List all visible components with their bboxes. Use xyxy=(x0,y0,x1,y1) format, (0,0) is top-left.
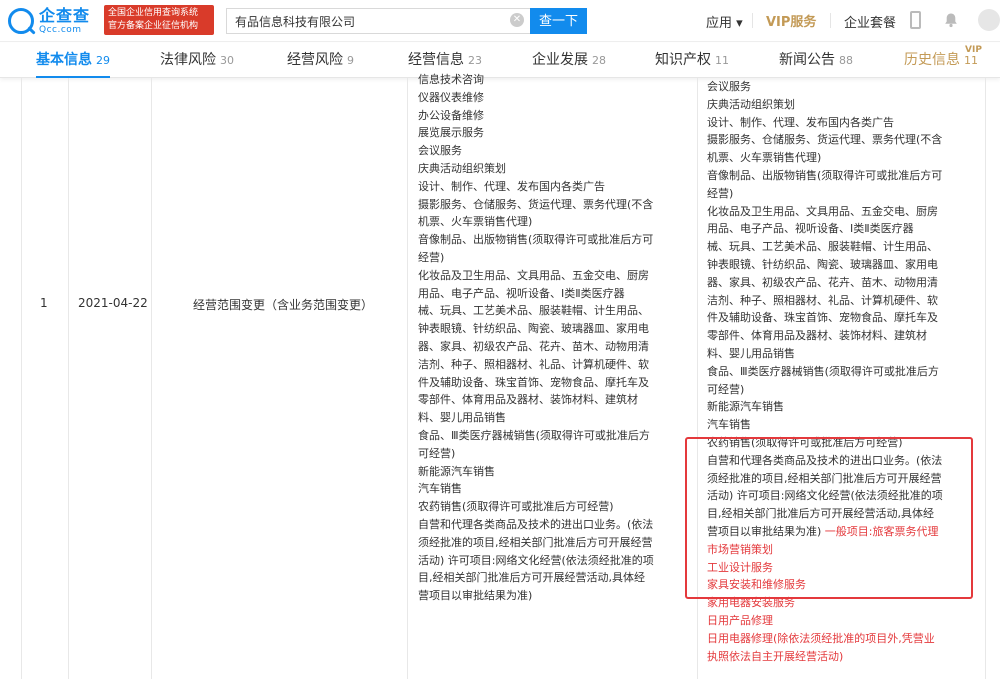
added-scope-line: 日用产品修理 xyxy=(707,613,773,627)
scope-line: 活动) 许可项目:网络文化经营(依法须经批准的项 xyxy=(418,553,654,567)
user-avatar[interactable] xyxy=(978,9,1000,31)
enterprise-package-link[interactable]: 企业套餐 xyxy=(844,12,896,31)
scope-line: 食品、Ⅲ类医疗器械销售(须取得许可或批准后方 xyxy=(707,364,939,378)
scope-line: 摄影服务、仓储服务、货运代理、票务代理(不含 xyxy=(418,197,654,211)
tab-business-risk[interactable]: 经营风险 9 xyxy=(287,43,354,78)
tab-basic-info[interactable]: 基本信息 29 xyxy=(36,43,110,78)
column-divider xyxy=(985,78,986,679)
logo[interactable]: 企查查 Qcc.com xyxy=(8,6,90,36)
scope-line: 新能源汽车销售 xyxy=(418,464,495,478)
scope-line: 钟表眼镜、针纺织品、陶瓷、玻璃器皿、家用电 xyxy=(707,257,938,271)
column-divider xyxy=(407,78,408,679)
scope-line: 汽车销售 xyxy=(418,482,462,496)
scope-line: 钟表眼镜、针纺织品、陶瓷、玻璃器皿、家用电 xyxy=(418,322,649,336)
added-scope-line: 执照依法自主开展经营活动) xyxy=(707,649,844,663)
scope-line: 机票、火车票销售代理) xyxy=(418,215,533,229)
top-header: 企查查 Qcc.com 全国企业信用查询系统 官方备案企业征信机构 ✕ 查一下 … xyxy=(0,0,1000,42)
scope-line: 营项目以审批结果为准) xyxy=(418,589,533,603)
scope-line: 办公设备维修 xyxy=(418,108,484,122)
column-divider xyxy=(21,78,22,679)
scope-line: 音像制品、出版物销售(须取得许可或批准后方可 xyxy=(418,233,654,247)
scope-line: 洁剂、种子、照相器材、礼品、计算机硬件、软 xyxy=(418,357,649,371)
nav-divider xyxy=(830,13,831,28)
scope-line: 件及辅助设备、珠宝首饰、宠物食品、摩托车及 xyxy=(707,311,938,325)
scope-line: 信息技术咨询 xyxy=(418,73,484,86)
column-divider xyxy=(68,78,69,679)
logo-title: 企查查 xyxy=(39,5,91,25)
clear-search-icon[interactable]: ✕ xyxy=(510,13,524,27)
scope-line: 化妆品及卫生用品、文具用品、五金交电、厨房 xyxy=(707,204,938,218)
badge-line-2: 官方备案企业征信机构 xyxy=(108,21,199,31)
nav-divider xyxy=(752,13,753,28)
official-badge: 全国企业信用查询系统 官方备案企业征信机构 xyxy=(104,5,214,35)
scope-line: 食品、Ⅲ类医疗器械销售(须取得许可或批准后方 xyxy=(418,428,650,442)
vip-tag: VIP xyxy=(965,45,982,55)
scope-line: 洁剂、种子、照相器材、礼品、计算机硬件、软 xyxy=(707,293,938,307)
scope-line: 经营) xyxy=(707,186,734,200)
content-before-change: 信息技术咨询 仪器仪表维修 办公设备维修 展览展示服务 会议服务庆典活动组织策划设计、制… xyxy=(418,71,654,605)
scope-line: 音像制品、出版物销售(须取得许可或批准后方可 xyxy=(707,168,943,182)
scope-line: 可经营) xyxy=(707,382,745,396)
scope-line: 用品、电子产品、视听设备、Ⅰ类Ⅱ类医疗器 xyxy=(707,222,914,236)
scope-line: 械、玩具、工艺美术品、服装鞋帽、计生用品、 xyxy=(418,304,649,318)
scope-line: 自营和代理各类商品及技术的进出口业务。(依法 xyxy=(418,517,654,531)
scope-line: 仪器仪表维修 xyxy=(418,90,484,104)
scope-line: 零部件、体育用品及器材、装饰材料、建筑材 xyxy=(707,329,927,343)
search-button[interactable]: 查一下 xyxy=(530,8,587,34)
scope-line: 械、玩具、工艺美术品、服装鞋帽、计生用品、 xyxy=(707,240,938,254)
scope-line: 可经营) xyxy=(418,446,456,460)
scope-line: 摄影服务、仓储服务、货运代理、票务代理(不含 xyxy=(707,133,943,147)
tab-news[interactable]: 新闻公告 88 xyxy=(779,43,853,78)
scope-line: 会议服务 xyxy=(707,80,751,93)
row-index: 1 xyxy=(40,296,48,310)
scope-line: 庆典活动组织策划 xyxy=(707,97,795,111)
scope-line: 料、婴儿用品销售 xyxy=(707,346,795,360)
scope-line: 件及辅助设备、珠宝首饰、宠物食品、摩托车及 xyxy=(418,375,649,389)
change-date: 2021-04-22 xyxy=(78,296,148,310)
scope-line: 目,经相关部门批准后方可开展经营活动,具体经 xyxy=(418,571,645,585)
tab-legal-risk[interactable]: 法律风险 30 xyxy=(160,43,234,78)
scope-line: 化妆品及卫生用品、文具用品、五金交电、厨房 xyxy=(418,268,649,282)
scope-line: 农药销售(须取得许可或批准后方可经营) xyxy=(418,500,614,514)
scope-line: 会议服务 xyxy=(418,144,462,158)
scope-line: 经营) xyxy=(418,250,445,264)
added-scope-line: 日用电器修理(除依法须经批准的项目外,凭营业 xyxy=(707,631,935,645)
scope-line: 机票、火车票销售代理) xyxy=(707,151,822,165)
vip-service-link[interactable]: VIP服务 xyxy=(766,11,816,30)
scope-line: 设计、制作、代理、发布国内各类广告 xyxy=(707,115,894,129)
scope-line: 庆典活动组织策划 xyxy=(418,161,506,175)
notification-bell-icon[interactable] xyxy=(943,12,959,28)
logo-magnifier-icon xyxy=(8,8,34,34)
scope-line: 汽车销售 xyxy=(707,418,751,432)
highlight-annotation-box xyxy=(685,437,973,599)
scope-line: 展览展示服务 xyxy=(418,126,484,140)
scope-line: 零部件、体育用品及器材、装饰材料、建筑材 xyxy=(418,393,638,407)
tab-intellectual-property[interactable]: 知识产权 11 xyxy=(655,43,729,78)
scope-line: 料、婴儿用品销售 xyxy=(418,411,506,425)
scope-line: 设计、制作、代理、发布国内各类广告 xyxy=(418,179,605,193)
scope-line: 器、家具、初级农产品、花卉、苗木、动物用清 xyxy=(707,275,938,289)
scope-line: 须经批准的项目,经相关部门批准后方可开展经营 xyxy=(418,535,653,549)
apps-menu[interactable]: 应用 ▾ xyxy=(706,12,743,31)
scope-line: 用品、电子产品、视听设备、Ⅰ类Ⅱ类医疗器 xyxy=(418,286,625,300)
badge-line-1: 全国企业信用查询系统 xyxy=(108,8,199,18)
logo-domain: Qcc.com xyxy=(39,24,82,35)
change-item: 经营范围变更（含业务范围变更） xyxy=(193,298,374,312)
scope-line: 新能源汽车销售 xyxy=(707,400,784,414)
column-divider xyxy=(151,78,152,679)
scope-line: 器、家具、初级农产品、花卉、苗木、动物用清 xyxy=(418,339,649,353)
mobile-app-icon[interactable] xyxy=(910,11,921,29)
search-input[interactable] xyxy=(226,8,530,34)
